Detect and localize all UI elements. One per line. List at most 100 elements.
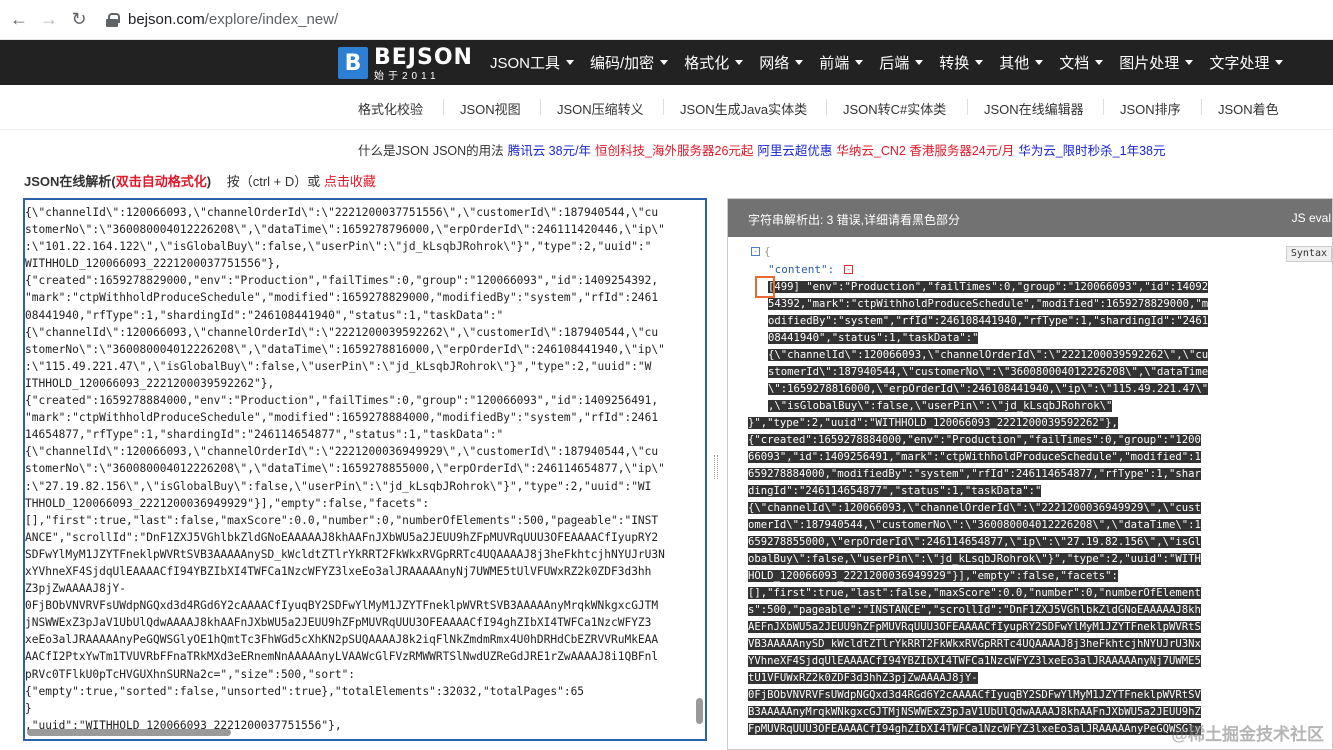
- error-line-text: tU1VFUWxRZ2k0ZDF3d3hhZ3pjZwAAAAJ8jY-: [748, 672, 978, 684]
- menu-item[interactable]: 后端: [879, 52, 924, 73]
- forward-arrow-icon[interactable]: →: [38, 9, 60, 31]
- error-line-text: HOLD_120066093_2221200036949929"}],"empt…: [748, 570, 1118, 582]
- menu-item-label: 图片处理: [1119, 55, 1180, 72]
- json-input-editor[interactable]: {\"channelId\":120066093,\"channelOrderI…: [23, 198, 707, 741]
- menu-item[interactable]: 网络: [759, 52, 804, 73]
- error-line-text: {"created":1659278884000,"env":"Producti…: [748, 434, 1201, 446]
- ad-link[interactable]: 华为云_限时秒杀_1年38元: [1018, 144, 1165, 158]
- error-line: FpMUVRqUUU3OFEAAAACfI94ghZIbXI4TWFCa1Nzc…: [748, 721, 1201, 738]
- caret-down-icon: [795, 60, 804, 65]
- editor-horizontal-scrollbar[interactable]: [25, 729, 697, 737]
- editor-line: 08441940,"rfType":1,"shardingId":"246108…: [25, 308, 504, 322]
- menu-item[interactable]: 转换: [939, 52, 984, 73]
- menu-item[interactable]: 编码/加密: [590, 52, 669, 73]
- horizontal-scroll-thumb[interactable]: [27, 729, 231, 736]
- menu-item-label: JSON工具: [490, 55, 561, 72]
- sub-nav-divider: [443, 99, 444, 115]
- menu-item[interactable]: 图片处理: [1119, 52, 1194, 73]
- ad-link[interactable]: 恒创科技_海外服务器26元起: [595, 144, 753, 158]
- sub-nav-divider: [1201, 99, 1202, 115]
- error-line: {\"channelId\":120066093,\"channelOrderI…: [748, 500, 1201, 517]
- caret-down-icon: [915, 60, 924, 65]
- error-line-text: 54392,"mark":"ctpWithholdProduceSchedule…: [768, 298, 1209, 310]
- editor-line: stomerNo\":\"360080004012226208\",\"data…: [25, 223, 665, 237]
- menu-item[interactable]: 其他: [999, 52, 1044, 73]
- error-line: {"created":1659278884000,"env":"Producti…: [748, 432, 1201, 449]
- caret-down-icon: [566, 60, 575, 65]
- caret-down-icon: [735, 60, 744, 65]
- js-eval-button[interactable]: JS eval: [1292, 211, 1331, 225]
- error-line: ,\"isGlobalBuy\":false,\"userPin\":\"jd_…: [768, 398, 1208, 415]
- bookmark-link[interactable]: 点击收藏: [324, 174, 376, 189]
- ad-link[interactable]: 华纳云_CN2 香港服务器24元/月: [836, 144, 1014, 158]
- editor-line: ITHHOLD_120066093_2221200039592262"},: [25, 376, 275, 390]
- menu-item-label: 后端: [879, 55, 910, 72]
- error-line: \":1659278816000,\"erpOrderId\":24610844…: [768, 381, 1209, 398]
- error-line-text: [499] "env":"Production","failTimes":0,"…: [768, 281, 1209, 293]
- error-line-text: 08441940","status":1,"taskData":": [768, 332, 979, 344]
- error-line: [499] "env":"Production","failTimes":0,"…: [768, 279, 1209, 296]
- error-line-text: obalBuy\":false,\"userPin\":\"jd_kLsqbJR…: [748, 553, 1201, 565]
- sub-nav-item[interactable]: JSON着色: [1218, 99, 1279, 118]
- menu-item[interactable]: 格式化: [684, 52, 744, 73]
- error-line-text: }","type":2,"uuid":"WITHHOLD_120066093_2…: [748, 417, 1118, 429]
- reload-icon[interactable]: ↻: [68, 9, 90, 31]
- error-line-text: 659278884000,"modifiedBy":"system","rfId…: [748, 468, 1201, 480]
- caret-down-icon: [1035, 60, 1044, 65]
- error-line-text: s":500,"pageable":"INSTANCE","scrollId":…: [748, 604, 1201, 616]
- caret-down-icon: [660, 60, 669, 65]
- error-line: obalBuy\":false,\"userPin\":\"jd_kLsqbJR…: [748, 551, 1201, 568]
- menu-item[interactable]: JSON工具: [490, 52, 575, 73]
- ad-link[interactable]: JSON的用法: [433, 144, 504, 158]
- sub-nav-item[interactable]: JSON压缩转义: [557, 99, 644, 118]
- sub-nav-item[interactable]: 格式化校验: [358, 99, 423, 118]
- logo-name: BEJSON: [374, 44, 473, 70]
- ad-link[interactable]: 腾讯云 38元/年: [508, 144, 591, 158]
- address-bar[interactable]: bejson.com/explore/index_new/: [106, 5, 338, 35]
- caret-down-icon: [855, 60, 864, 65]
- content-key: "content":: [768, 263, 835, 276]
- sub-nav-item[interactable]: JSON在线编辑器: [984, 99, 1084, 118]
- error-line-text: YVhneXF4SjdqUlEAAAACfI94YBZIbXI4TWFCa1Nz…: [748, 655, 1201, 667]
- collapse-root-icon[interactable]: -: [751, 247, 760, 256]
- editor-line: "mark":"ctpWithholdProduceSchedule","mod…: [25, 291, 659, 305]
- sub-nav-item[interactable]: JSON视图: [460, 99, 521, 118]
- menu-item-label: 前端: [819, 55, 850, 72]
- editor-line: xYVhneXF4SjdqUlEAAAACfI94YBZIbXI4TWFCa1N…: [25, 564, 652, 578]
- panel-splitter-handle[interactable]: [714, 455, 718, 479]
- error-line-text: B3AAAAAnyMrqkWNkgxcGJTMjNSWWExZ3pJaV1UbU…: [748, 706, 1201, 718]
- menu-item[interactable]: 前端: [819, 52, 864, 73]
- url-host: bejson.com: [128, 11, 205, 28]
- sub-nav-item[interactable]: JSON转C#实体类: [843, 99, 946, 118]
- bejson-logo[interactable]: B BEJSON 始于2011: [338, 44, 473, 82]
- title-close-paren: ): [206, 174, 212, 189]
- syntax-tag[interactable]: Syntax: [1285, 246, 1332, 262]
- parse-result-panel: 字符串解析出: 3 错误,详细请看黑色部分 JS eval Syntax - {…: [727, 198, 1333, 750]
- caret-down-icon: [1185, 60, 1194, 65]
- collapse-content-icon[interactable]: -: [844, 265, 853, 274]
- vertical-scroll-thumb[interactable]: [696, 698, 703, 724]
- ad-link[interactable]: 阿里云超优惠: [757, 144, 832, 158]
- sub-nav-item[interactable]: JSON排序: [1120, 99, 1181, 118]
- sub-nav-item[interactable]: JSON生成Java实体类: [680, 99, 807, 118]
- error-line: dingId":"246114654877","status":1,"taskD…: [748, 483, 1201, 500]
- editor-text[interactable]: {\"channelId\":120066093,\"channelOrderI…: [25, 204, 697, 734]
- error-position-marker: [755, 276, 775, 298]
- editor-line: 14654877,"rfType":1,"shardingId":"246114…: [25, 428, 504, 442]
- logo-sub: 始于2011: [374, 70, 440, 82]
- error-line-text: ,\"isGlobalBuy\":false,\"userPin\":\"jd_…: [768, 400, 1113, 412]
- back-arrow-icon[interactable]: ←: [8, 9, 30, 31]
- error-line-text: 659278855000,\"erpOrderId\":246114654877…: [748, 536, 1201, 548]
- error-line: VB3AAAAAnySD_kWcldtZTlrYkRRT2FkWkxRVGpRR…: [748, 636, 1201, 653]
- double-click-format-hint: 双击自动格式化: [115, 174, 207, 189]
- ad-links-row: 什么是JSON JSON的用法 腾讯云 38元/年 恒创科技_海外服务器26元起 阿里云…: [358, 140, 1170, 158]
- editor-line: AACfI2PtxYwTm1TVUVRbFFnaTRkMXd3eERnemNnA…: [25, 650, 659, 664]
- ad-link[interactable]: 什么是JSON: [358, 144, 429, 158]
- error-line-text: odifiedBy":"system","rfId":246108441940,…: [768, 315, 1209, 327]
- menu-item[interactable]: 文档: [1059, 52, 1104, 73]
- error-line: {\"channelId\":120066093,\"channelOrderI…: [768, 347, 1209, 364]
- error-line: YVhneXF4SjdqUlEAAAACfI94YBZIbXI4TWFCa1Nz…: [748, 653, 1201, 670]
- error-line: 66093","id":1409256491,"mark":"ctpWithho…: [748, 449, 1201, 466]
- menu-item[interactable]: 文字处理: [1209, 52, 1284, 73]
- editor-vertical-scrollbar[interactable]: [695, 200, 703, 725]
